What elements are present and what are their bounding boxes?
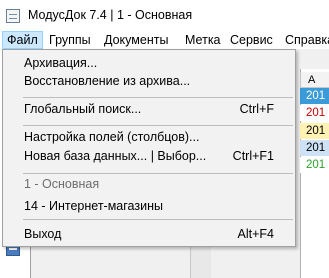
table-row[interactable]: 201	[300, 105, 329, 121]
menu-item-label: 14 - Интернет-магазины	[24, 199, 163, 213]
menu-item-shortcut: Ctrl+F	[239, 102, 274, 116]
menu-item-restore[interactable]: Восстановление из архива...	[4, 70, 294, 92]
table-row[interactable]: 201	[300, 157, 329, 173]
menu-item-db-shops[interactable]: 14 - Интернет-магазины	[4, 195, 294, 217]
menu-label[interactable]: Метка	[181, 31, 225, 49]
menu-item-db-current: 1 - Основная	[4, 173, 294, 195]
menu-item-label: Новая база данных... | Выбор...	[24, 149, 207, 163]
menu-item-label: Выход	[24, 227, 62, 241]
app-icon	[6, 9, 20, 23]
title-bar: МодусДок 7.4 | 1 - Основная	[0, 0, 329, 31]
menu-item-label: Восстановление из архива...	[24, 74, 191, 88]
table-row[interactable]: 201	[300, 123, 329, 139]
file-menu-dropdown: Архивация... Восстановление из архива...…	[2, 49, 296, 247]
menu-item-shortcut: Ctrl+F1	[232, 149, 274, 163]
menu-help[interactable]: Справка	[281, 31, 329, 49]
menu-item-label: 1 - Основная	[24, 177, 100, 191]
menu-separator	[23, 219, 293, 220]
table-row[interactable]: 201	[300, 140, 329, 156]
grid-column-header[interactable]: A	[300, 72, 329, 88]
menu-item-label: Глобальный поиск...	[24, 102, 142, 116]
menu-item-new-database[interactable]: Новая база данных... | Выбор... Ctrl+F1	[4, 145, 294, 167]
menu-item-global-search[interactable]: Глобальный поиск... Ctrl+F	[4, 98, 294, 120]
menu-bar: Файл Группы Документы Метка Сервис Справ…	[0, 31, 329, 49]
menu-groups[interactable]: Группы	[45, 31, 95, 49]
menu-item-shortcut: Alt+F4	[237, 227, 274, 241]
menu-service[interactable]: Сервис	[226, 31, 277, 49]
menu-documents[interactable]: Документы	[100, 31, 172, 49]
menu-item-exit[interactable]: Выход Alt+F4	[4, 223, 294, 245]
table-row[interactable]: 201	[300, 88, 329, 104]
window-title: МодусДок 7.4 | 1 - Основная	[28, 8, 193, 22]
grid-toolbar	[296, 49, 329, 69]
menu-file[interactable]: Файл	[2, 31, 43, 49]
